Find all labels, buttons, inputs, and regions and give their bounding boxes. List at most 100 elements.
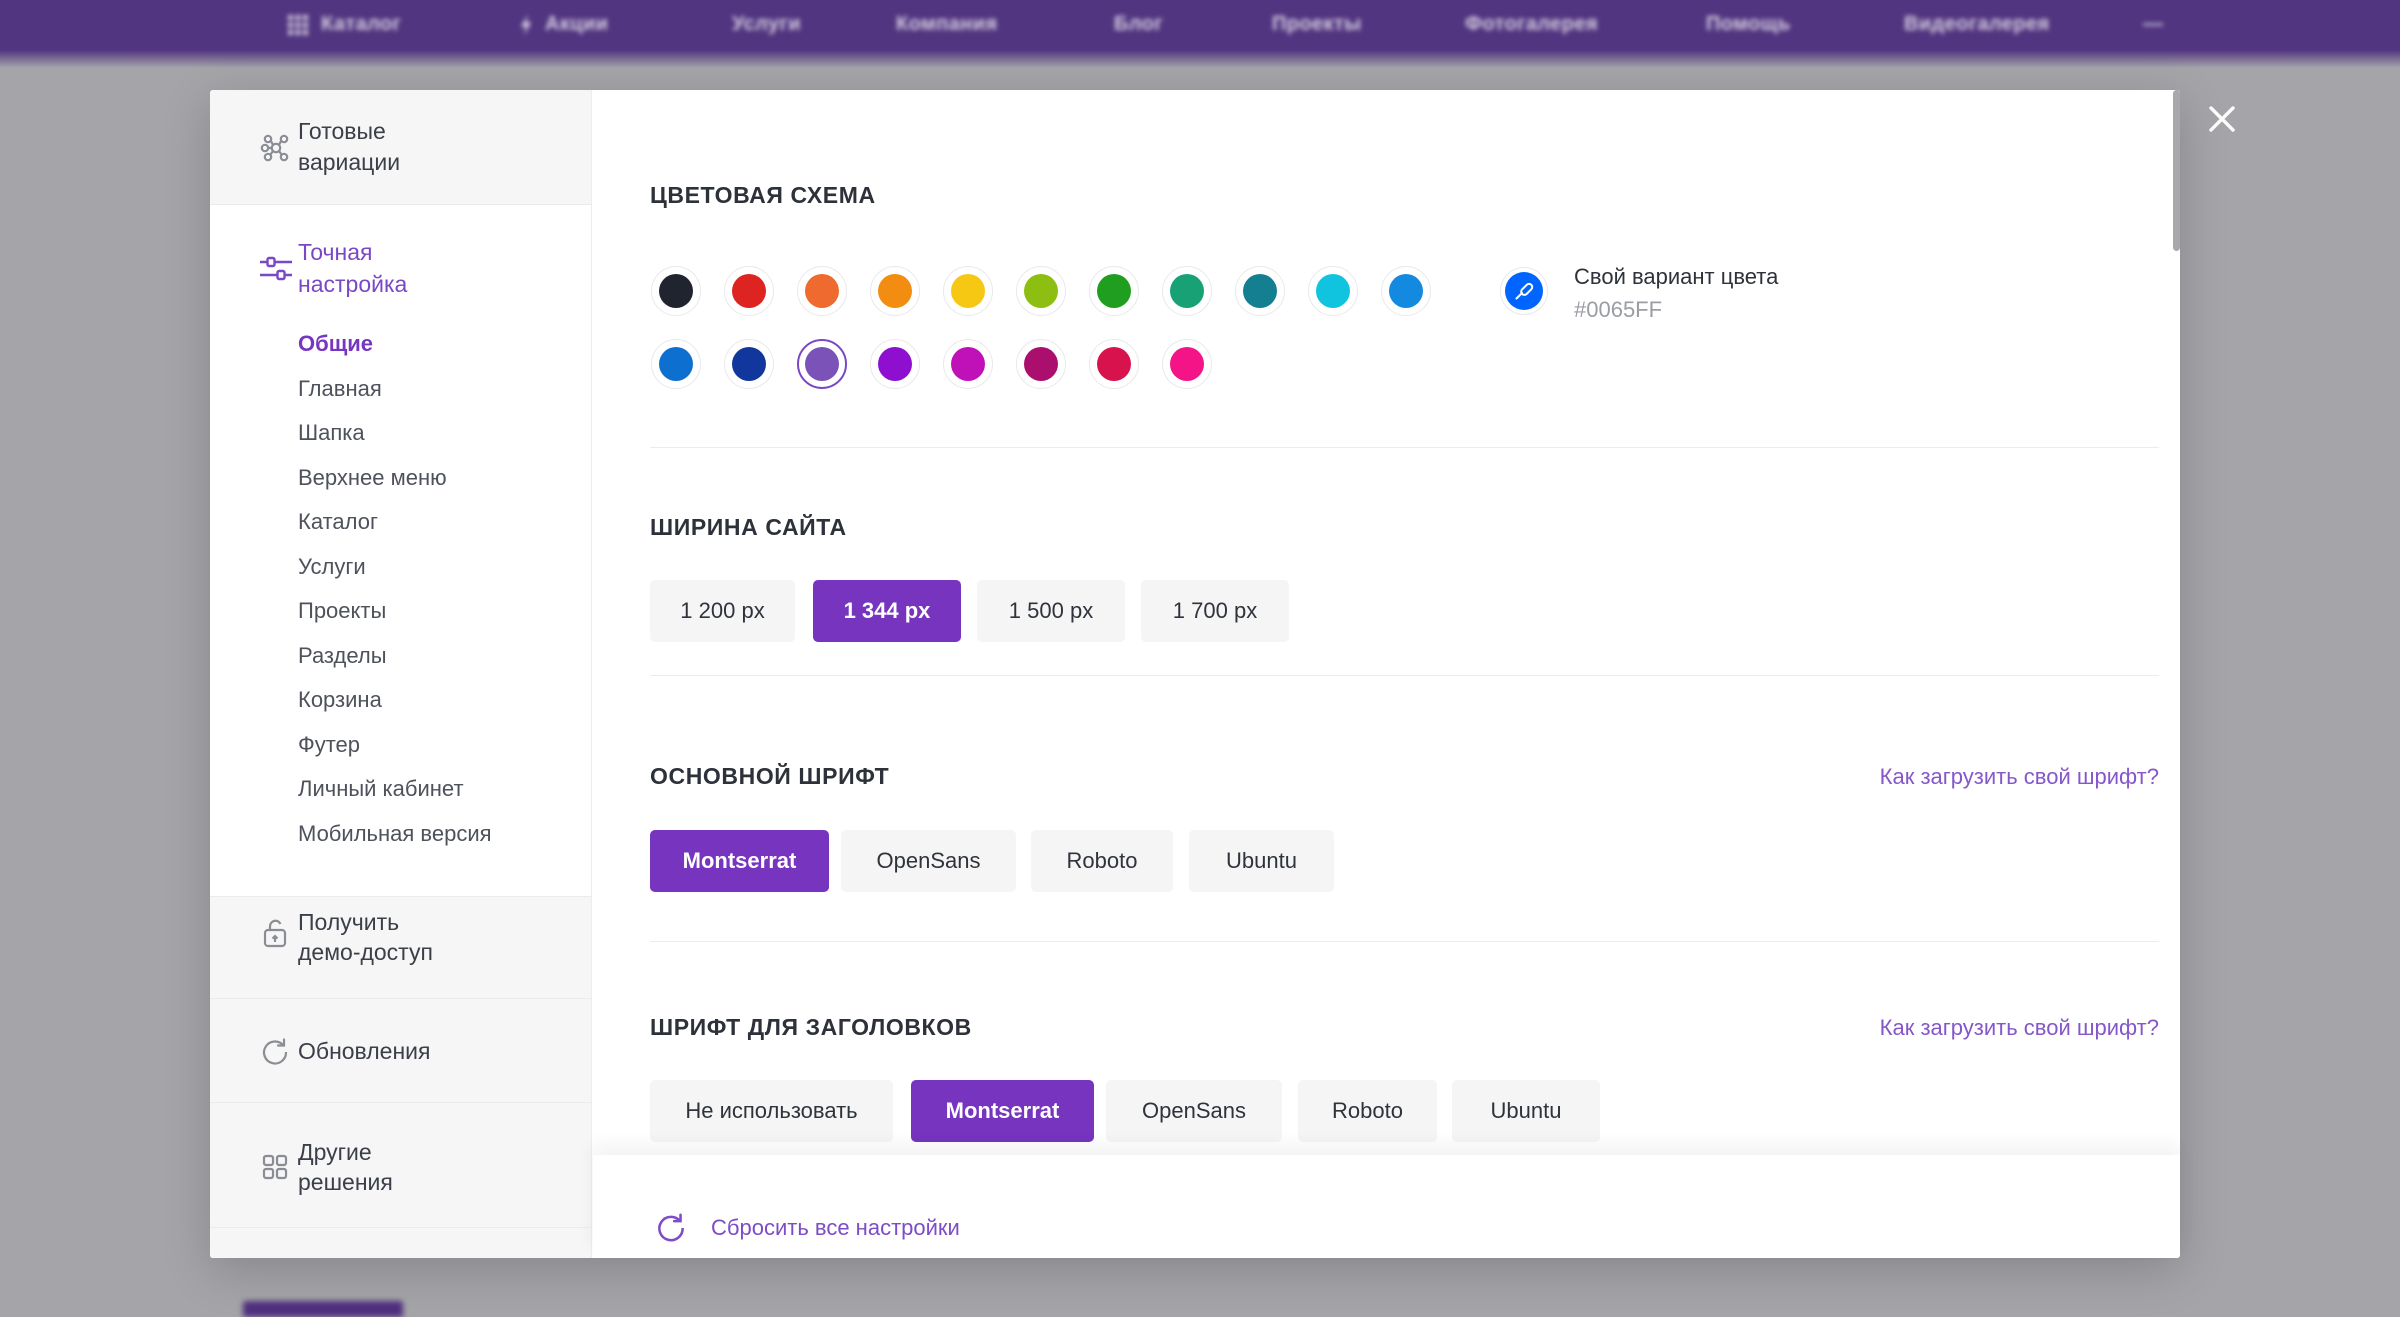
upload-font-link[interactable]: Как загрузить свой шрифт? <box>1880 764 2159 790</box>
color-swatch[interactable] <box>724 266 774 316</box>
heading-font-roboto[interactable]: Roboto <box>1298 1080 1437 1142</box>
swatch-dot <box>732 274 766 308</box>
heading-font-ubuntu[interactable]: Ubuntu <box>1452 1080 1600 1142</box>
main-font-montserrat-selected[interactable]: Montserrat <box>650 830 829 892</box>
section-title-main-font: ОСНОВНОЙ ШРИФТ <box>650 763 889 790</box>
color-swatch[interactable] <box>1162 266 1212 316</box>
heading-font-opensans[interactable]: OpenSans <box>1106 1080 1282 1142</box>
reset-all-button[interactable]: Сбросить все настройки <box>653 1210 960 1246</box>
heading-font-none[interactable]: Не использовать <box>650 1080 893 1142</box>
custom-color-button[interactable] <box>1500 267 1548 315</box>
nav-item-catalog[interactable]: Каталог <box>287 13 401 36</box>
sidebar-subnav: Общие Главная Шапка Верхнее меню Каталог… <box>298 322 492 856</box>
swatch-dot <box>1170 347 1204 381</box>
sidebar-subitem[interactable]: Каталог <box>298 500 492 545</box>
sidebar-subitem-general[interactable]: Общие <box>298 322 492 367</box>
sidebar-subitem[interactable]: Верхнее меню <box>298 456 492 501</box>
width-option-1344-selected[interactable]: 1 344 px <box>813 580 961 642</box>
color-swatch-selected[interactable] <box>797 339 847 389</box>
close-button[interactable] <box>2202 99 2242 139</box>
color-swatch[interactable] <box>797 266 847 316</box>
close-icon <box>2205 102 2239 136</box>
nav-item-photogallery[interactable]: Фотогалерея <box>1465 13 1598 36</box>
swatch-dot <box>1024 274 1058 308</box>
modal-sidebar: Готовые вариации Точная настройка Общие … <box>210 90 592 1258</box>
sidebar-item-demo-access[interactable]: Получить демо-доступ <box>210 897 591 999</box>
spark-icon <box>519 14 533 36</box>
divider <box>650 447 2159 448</box>
sidebar-subitem[interactable]: Корзина <box>298 678 492 723</box>
main-font-roboto[interactable]: Roboto <box>1031 830 1173 892</box>
sidebar-item-label: Обновления <box>298 1036 430 1067</box>
nav-item-services[interactable]: Услуги <box>732 13 801 36</box>
settings-modal: Готовые вариации Точная настройка Общие … <box>210 90 2180 1258</box>
color-swatch[interactable] <box>651 339 701 389</box>
sidebar-subitem[interactable]: Проекты <box>298 589 492 634</box>
lock-icon <box>258 917 292 951</box>
nav-item-help[interactable]: Помощь <box>1706 13 1791 36</box>
nav-item-label: — <box>2143 13 2163 36</box>
color-swatch[interactable] <box>1381 266 1431 316</box>
color-swatch[interactable] <box>1016 266 1066 316</box>
color-swatch[interactable] <box>943 266 993 316</box>
color-swatch[interactable] <box>1235 266 1285 316</box>
nav-item-label: Блог <box>1114 13 1163 36</box>
color-swatch[interactable] <box>1089 339 1139 389</box>
sidebar-item-updates[interactable]: Обновления <box>210 999 591 1103</box>
custom-color-label: Свой вариант цвета <box>1574 264 1778 290</box>
sidebar-subitem[interactable]: Шапка <box>298 411 492 456</box>
nav-item-promos[interactable]: Акции <box>519 13 608 36</box>
modal-content: ЦВЕТОВАЯ СХЕМА Свой вариант цвета <box>593 90 2180 1258</box>
sidebar-item-other-solutions[interactable]: Другие решения <box>210 1103 591 1228</box>
color-swatch[interactable] <box>943 339 993 389</box>
width-option-1700[interactable]: 1 700 px <box>1141 580 1289 642</box>
color-swatch[interactable] <box>870 266 920 316</box>
swatch-dot <box>659 347 693 381</box>
color-swatch[interactable] <box>1308 266 1358 316</box>
swatch-dot <box>951 347 985 381</box>
color-swatch[interactable] <box>1016 339 1066 389</box>
main-font-opensans[interactable]: OpenSans <box>841 830 1016 892</box>
color-swatch[interactable] <box>1162 339 1212 389</box>
heading-font-montserrat-selected[interactable]: Montserrat <box>911 1080 1094 1142</box>
nav-item-label: Видеогалерея <box>1904 13 2050 36</box>
divider <box>650 941 2159 942</box>
background-page-button <box>243 1301 403 1317</box>
nav-item-label: Компания <box>896 13 997 36</box>
sidebar-subitem[interactable]: Разделы <box>298 634 492 679</box>
grid-icon <box>258 1150 292 1184</box>
navbar-blur-fade <box>0 50 2400 68</box>
swatch-dot <box>732 347 766 381</box>
nav-item-videogallery[interactable]: Видеогалерея <box>1904 13 2050 36</box>
top-navbar: Каталог Акции Услуги Компания Блог Проек… <box>0 0 2400 50</box>
color-swatch[interactable] <box>1089 266 1139 316</box>
variations-icon <box>258 130 294 166</box>
sidebar-subitem[interactable]: Главная <box>298 367 492 412</box>
width-option-1500[interactable]: 1 500 px <box>977 580 1125 642</box>
upload-font-link[interactable]: Как загрузить свой шрифт? <box>1880 1015 2159 1041</box>
nav-item-projects[interactable]: Проекты <box>1272 13 1362 36</box>
eyedropper-icon <box>1513 280 1535 302</box>
nav-item-more[interactable]: — <box>2143 13 2163 36</box>
nav-item-label: Проекты <box>1272 13 1362 36</box>
main-font-ubuntu[interactable]: Ubuntu <box>1189 830 1334 892</box>
refresh-icon <box>258 1035 292 1069</box>
swatch-dot <box>1097 347 1131 381</box>
width-option-1200[interactable]: 1 200 px <box>650 580 795 642</box>
sidebar-item-label-line: Точная <box>298 236 407 268</box>
sidebar-subitem[interactable]: Мобильная версия <box>298 812 492 857</box>
nav-item-company[interactable]: Компания <box>896 13 997 36</box>
color-swatch[interactable] <box>724 339 774 389</box>
section-title-heading-font: ШРИФТ ДЛЯ ЗАГОЛОВКОВ <box>650 1014 972 1041</box>
swatch-dot <box>1170 274 1204 308</box>
swatch-dot <box>1243 274 1277 308</box>
sidebar-subitem[interactable]: Личный кабинет <box>298 767 492 812</box>
swatch-dot <box>878 274 912 308</box>
color-swatch[interactable] <box>870 339 920 389</box>
color-swatch[interactable] <box>651 266 701 316</box>
sidebar-item-ready-variations[interactable]: Готовые вариации <box>210 90 591 205</box>
sidebar-subitem[interactable]: Услуги <box>298 545 492 590</box>
sidebar-subitem[interactable]: Футер <box>298 723 492 768</box>
sidebar-item-label-line: настройка <box>298 268 407 300</box>
nav-item-blog[interactable]: Блог <box>1114 13 1163 36</box>
